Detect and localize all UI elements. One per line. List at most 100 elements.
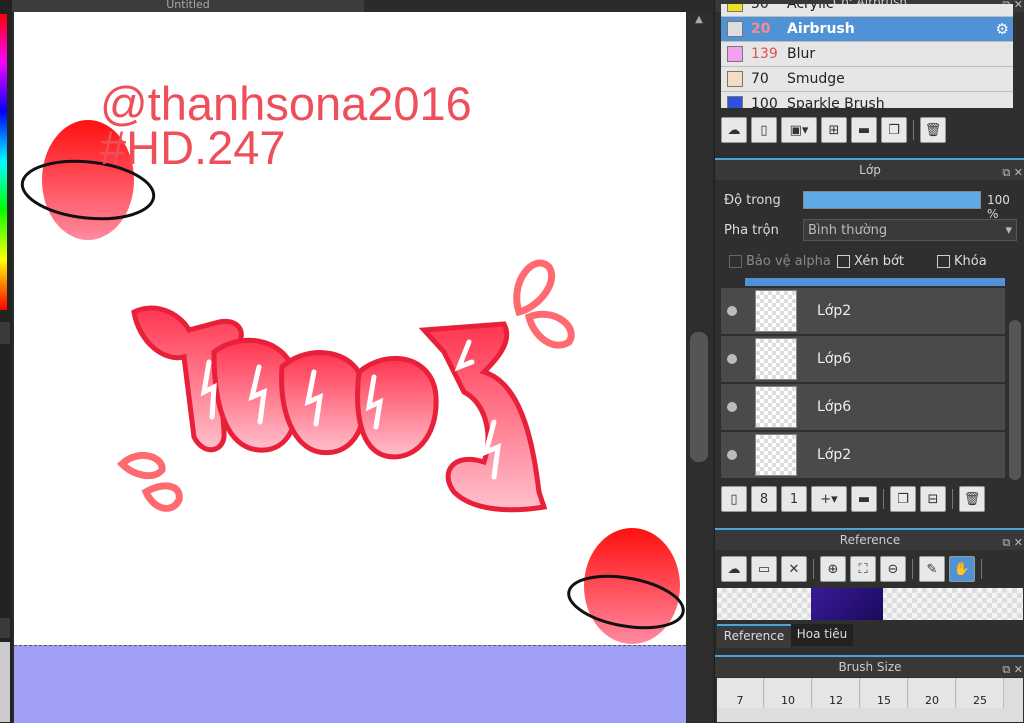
trash-icon[interactable]: 🗑 [920,117,946,143]
new-layer-8bit-icon[interactable]: 8 [751,486,777,512]
scrollbar-thumb[interactable] [690,332,708,462]
reference-preview[interactable] [717,588,1023,620]
brush-size-cell[interactable]: 12 [813,678,860,708]
panel-popout-icon[interactable]: ⧉ ✕ [1002,533,1023,553]
brush-size-cell[interactable]: 20 [909,678,956,708]
scroll-up-arrow-icon[interactable]: ▲ [690,14,708,28]
eye-icon[interactable] [727,354,737,364]
tab-navigator[interactable]: Hoa tiêu [791,624,853,646]
eye-icon[interactable] [727,306,737,316]
brush-color-swatch [727,96,743,108]
drop-bottom-left-1 [116,451,166,480]
drop-top-right-1 [513,259,556,317]
brush-size-cell[interactable]: 15 [861,678,908,708]
hue-slider[interactable] [0,14,7,310]
eye-icon[interactable] [727,402,737,412]
brush-size-cell[interactable]: 7 [717,678,764,708]
layer-panel-title: Lớp ⧉ ✕ [715,158,1024,180]
layer-thumbnail [755,386,797,428]
cloud-download-icon[interactable]: ☁ [721,556,747,582]
brush-settings-icon[interactable]: ⊞ [821,117,847,143]
opacity-slider-fill [804,192,980,208]
fit-icon[interactable]: ⛶ [850,556,876,582]
eye-icon[interactable] [727,450,737,460]
hand-icon[interactable]: ✋ [949,556,975,582]
blend-mode-select[interactable]: Bình thường ▾ [803,219,1017,241]
layer-row[interactable]: Lớp2 [721,432,1005,480]
right-panel: Cọ: Airbrush ⧉ ✕ 50 Acrylic 20 Airbrush … [714,0,1024,722]
brush-size-panel-title: Brush Size ⧉ ✕ [715,655,1024,677]
eyedropper-icon[interactable]: ✎ [919,556,945,582]
brush-size-cell[interactable]: 25 [957,678,1004,708]
clipping-checkbox[interactable]: Xén bớt [837,254,904,269]
document-tab[interactable]: Untitled [12,0,364,12]
folder-icon[interactable]: ▬ [851,117,877,143]
reference-toolbar: ☁ ▭ ✕ ⊕ ⛶ ⊖ ✎ ✋ [721,554,984,584]
tab-reference[interactable]: Reference [717,624,791,648]
panel-collapse-handle-2[interactable] [0,618,10,638]
toolbar-separator [913,120,914,140]
brush-color-swatch [727,21,743,37]
layer-thumbnail [755,290,797,332]
layer-thumbnail [755,338,797,380]
lettering [131,305,548,513]
blend-label: Pha trộn [724,223,779,238]
layer-row[interactable]: Lớp6 [721,336,1005,384]
toolbar-separator [952,489,953,509]
zoom-out-icon[interactable]: ⊖ [880,556,906,582]
panel-collapse-handle[interactable] [0,322,10,344]
brush-item[interactable]: 70 Smudge [721,67,1013,92]
open-folder-icon[interactable]: ▭ [751,556,777,582]
drop-top-right-2 [524,310,575,349]
brush-color-swatch [727,71,743,87]
brush-size-cell[interactable]: 10 [765,678,812,708]
lock-checkbox[interactable]: Khóa [937,254,987,269]
watermark-text: @thanhsona2016 #HD.247 [100,80,472,171]
brush-size-grid: 7 10 12 15 20 25 [717,678,1023,722]
brush-item[interactable]: 50 Acrylic [721,4,1013,17]
brush-list[interactable]: 50 Acrylic 20 Airbrush ⚙ 139 Blur 70 Smu… [721,4,1013,108]
duplicate-icon[interactable]: ❐ [881,117,907,143]
add-brush-dropdown-icon[interactable]: ▣▾ [781,117,817,143]
layer-row[interactable]: Lớp2 [721,288,1005,336]
duplicate-layer-icon[interactable]: ❐ [890,486,916,512]
layer-selection-indicator [745,278,1005,286]
brush-color-swatch [727,4,743,12]
reference-image-thumb [811,588,883,620]
new-layer-icon[interactable]: ▯ [721,486,747,512]
panel-popout-icon[interactable]: ⧉ ✕ [1002,660,1023,680]
opacity-value: 100 % [987,193,1010,221]
panel-popout-icon[interactable]: ⧉ ✕ [1002,163,1023,183]
protect-alpha-checkbox[interactable]: Bảo vệ alpha [729,254,831,269]
layer-row[interactable]: Lớp6 [721,384,1005,432]
toolbar-separator [813,559,814,579]
toolbar-separator [912,559,913,579]
canvas-background [14,645,686,723]
cloud-download-icon[interactable]: ☁ [721,117,747,143]
chevron-down-icon: ▾ [1005,223,1012,238]
add-layer-dropdown-icon[interactable]: +▾ [811,486,847,512]
gear-icon[interactable]: ⚙ [996,17,1009,41]
reference-panel: Reference ⧉ ✕ [715,528,1024,550]
merge-layer-icon[interactable]: ⊟ [920,486,946,512]
brush-size-panel: Brush Size ⧉ ✕ [715,655,1024,677]
trash-icon[interactable]: 🗑 [959,486,985,512]
toolbar-separator [981,559,982,579]
brush-color-swatch [727,46,743,62]
new-brush-icon[interactable]: ▯ [751,117,777,143]
toolbar-separator [883,489,884,509]
brush-item[interactable]: 139 Blur [721,42,1013,67]
folder-icon[interactable]: ▬ [851,486,877,512]
drop-bottom-left-2 [141,482,183,512]
zoom-in-icon[interactable]: ⊕ [820,556,846,582]
layer-scrollbar-thumb[interactable] [1009,320,1021,480]
brush-preview [0,642,10,722]
brush-item-selected[interactable]: 20 Airbrush ⚙ [721,17,1013,42]
layer-panel: Lớp ⧉ ✕ [715,158,1024,180]
brush-item[interactable]: 100 Sparkle Brush [721,92,1013,108]
close-icon[interactable]: ✕ [781,556,807,582]
opacity-slider[interactable] [803,191,981,209]
drawing-canvas[interactable]: @thanhsona2016 #HD.247 [14,12,686,645]
new-layer-1bit-icon[interactable]: 1 [781,486,807,512]
brush-toolbar: ☁ ▯ ▣▾ ⊞ ▬ ❐ 🗑 [721,115,946,145]
